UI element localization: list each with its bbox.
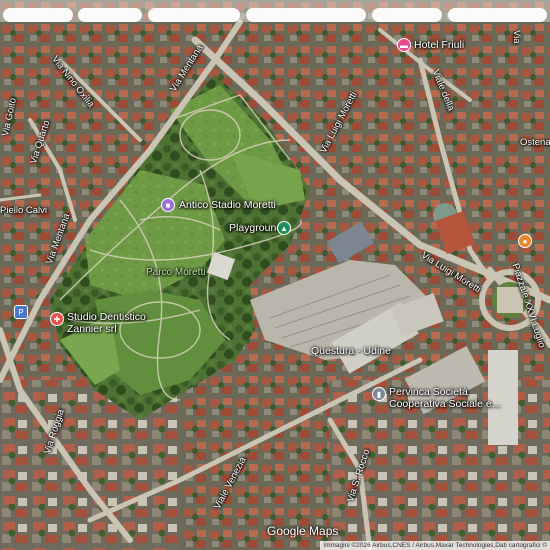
street-label-piello-calvi: Piello Calvi bbox=[0, 205, 47, 216]
camera-icon: ■ bbox=[165, 200, 171, 210]
street-label-right-edge: Via bbox=[511, 30, 522, 44]
antico-stadio-marker[interactable]: ■ bbox=[161, 198, 175, 212]
questura-label[interactable]: Questura - Udine bbox=[311, 345, 391, 357]
pervinca-marker[interactable]: ▮ bbox=[372, 387, 386, 401]
bed-icon: ▬ bbox=[400, 40, 408, 50]
studio-dentistico-label[interactable]: Studio Dentistico Zannier srl bbox=[67, 311, 146, 335]
building-icon: ▮ bbox=[376, 389, 382, 399]
attribution-text: Immagini ©2026 Airbus,CNES / Airbus,Maxa… bbox=[320, 541, 550, 550]
parking-icon: P bbox=[18, 307, 24, 317]
top-edge-overlay bbox=[0, 0, 550, 22]
satellite-map[interactable]: Via Nino Oxilia Via Mentana Via Mentana … bbox=[0, 0, 550, 550]
street-label-ostena: Ostena bbox=[520, 137, 550, 148]
playground-icon: ▲ bbox=[280, 223, 288, 233]
park-label-parco-moretti: Parco Moretti bbox=[146, 267, 206, 278]
antico-stadio-label[interactable]: Antico Stadio Moretti bbox=[179, 199, 276, 211]
satellite-imagery bbox=[0, 0, 550, 550]
playground-label[interactable]: Playground bbox=[229, 222, 282, 234]
shop-icon: ● bbox=[522, 236, 528, 246]
studio-dentistico-marker[interactable]: ✚ bbox=[50, 312, 64, 326]
parking-marker[interactable]: P bbox=[14, 305, 28, 319]
google-maps-logo: Google Maps bbox=[267, 524, 339, 538]
hotel-friuli-label[interactable]: Hotel Friuli bbox=[414, 39, 464, 51]
orange-poi-marker[interactable]: ● bbox=[518, 234, 532, 248]
playground-marker[interactable]: ▲ bbox=[277, 221, 291, 235]
tooth-icon: ✚ bbox=[53, 314, 61, 324]
hotel-friuli-marker[interactable]: ▬ bbox=[397, 38, 411, 52]
pervinca-label[interactable]: Pervinca Società Cooperativa Sociale e..… bbox=[389, 386, 500, 410]
